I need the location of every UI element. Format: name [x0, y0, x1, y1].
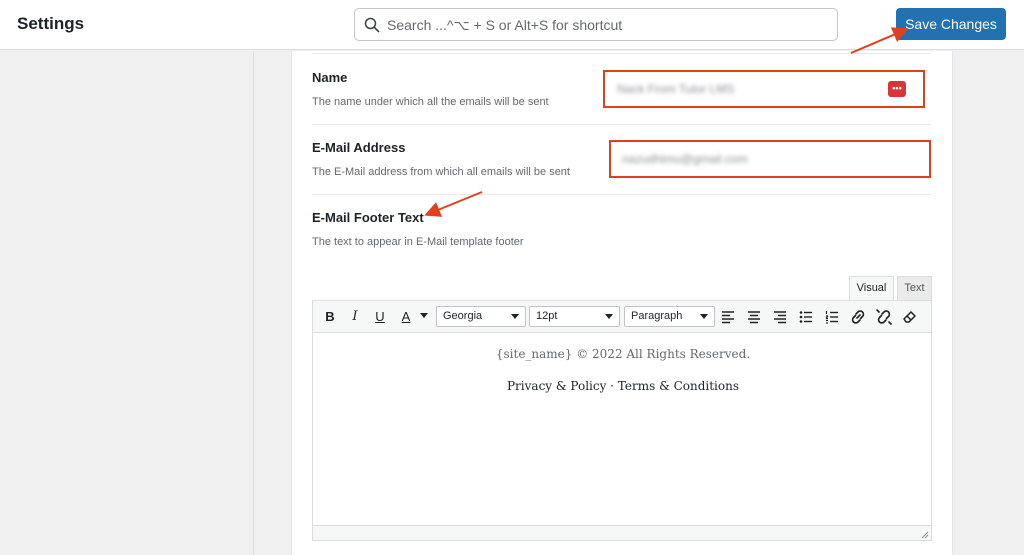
- editor-content-area[interactable]: {site_name} © 2022 All Rights Reserved. …: [312, 333, 932, 526]
- italic-button[interactable]: I: [345, 307, 365, 327]
- text-color-dropdown-icon[interactable]: [420, 313, 428, 318]
- font-size-select[interactable]: 12pt: [529, 306, 620, 327]
- chevron-down-icon: [511, 314, 519, 319]
- font-family-select[interactable]: Georgia: [436, 306, 526, 327]
- font-size-value: 12pt: [536, 310, 558, 322]
- block-format-value: Paragraph: [631, 310, 683, 322]
- block-format-select[interactable]: Paragraph: [624, 306, 715, 327]
- chevron-down-icon: [605, 314, 613, 319]
- unlink-icon[interactable]: [875, 308, 893, 326]
- text-color-button[interactable]: A: [396, 307, 416, 327]
- arrow-to-save-button: [850, 27, 909, 54]
- align-right-icon[interactable]: [771, 308, 789, 326]
- footer-copyright-line: {site_name} © 2022 All Rights Reserved.: [495, 347, 751, 361]
- arrow-to-footer-title: [424, 191, 483, 217]
- chevron-down-icon: [700, 314, 708, 319]
- align-center-icon[interactable]: [745, 308, 763, 326]
- bold-button[interactable]: B: [320, 307, 340, 327]
- editor-toolbar: B I U A Georgia 12pt Paragraph: [312, 300, 932, 333]
- clear-formatting-icon[interactable]: [901, 308, 919, 326]
- resize-handle-icon[interactable]: [921, 531, 929, 539]
- link-icon[interactable]: [849, 308, 867, 326]
- align-left-icon[interactable]: [719, 308, 737, 326]
- bullet-list-icon[interactable]: [797, 308, 815, 326]
- footer-links-line: Privacy & Policy · Terms & Conditions: [506, 379, 739, 393]
- editor-status-bar: [312, 526, 932, 541]
- font-family-value: Georgia: [443, 310, 483, 322]
- tab-visual[interactable]: Visual: [849, 276, 894, 300]
- underline-button[interactable]: U: [370, 307, 390, 327]
- tab-text[interactable]: Text: [897, 276, 932, 300]
- numbered-list-icon[interactable]: [823, 308, 841, 326]
